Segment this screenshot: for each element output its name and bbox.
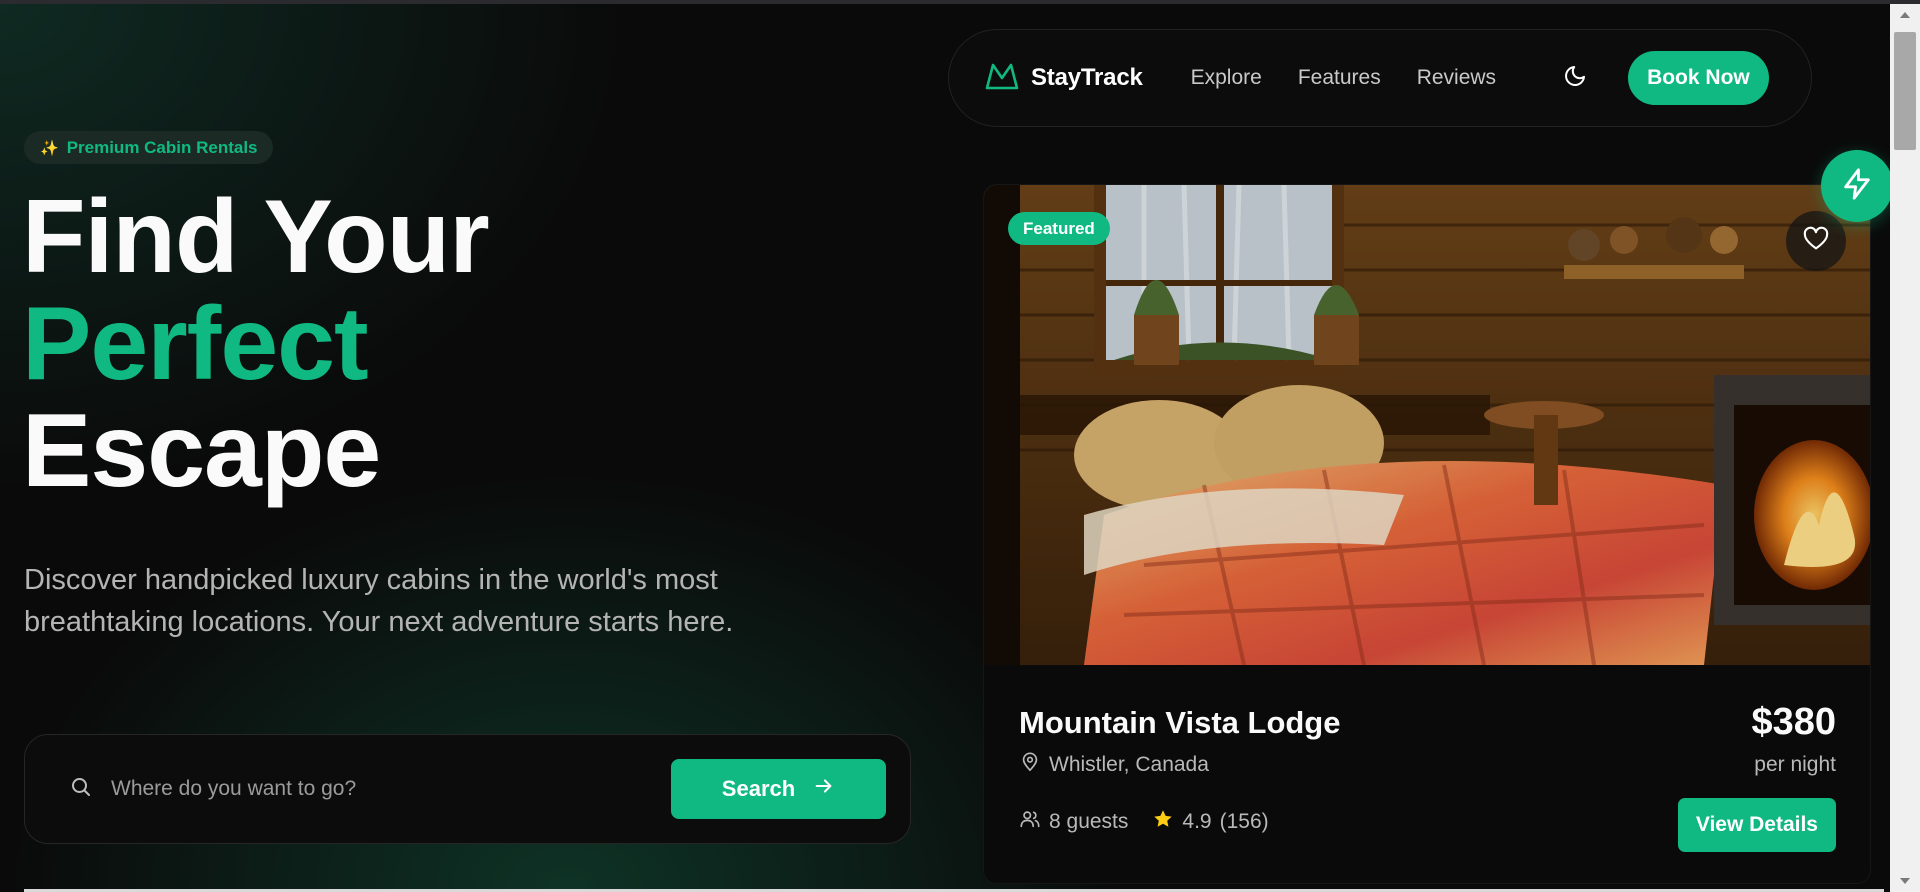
brand-name: StayTrack [1031,64,1143,91]
page-scrollbar[interactable] [1890,4,1920,892]
search-button-label: Search [721,776,796,801]
premium-badge: ✨ Premium Cabin Rentals [24,131,273,164]
nav-link-features[interactable]: Features [1298,66,1381,90]
search-button[interactable]: Search [671,759,886,819]
arrow-right-icon [813,775,835,803]
quick-action-button[interactable] [1821,150,1890,222]
scroll-up-arrow-icon[interactable] [1900,12,1910,18]
nav-link-explore[interactable]: Explore [1191,66,1262,90]
price-unit: per night [1754,753,1836,776]
theme-toggle-button[interactable] [1562,65,1588,91]
cabin-meta: 8 guests 4.9 (156) [1019,808,1269,836]
hero-page: StayTrack Explore Features Reviews Book … [0,4,1890,892]
headline-line-1: Find Your [22,179,490,295]
map-pin-icon [1019,751,1041,779]
featured-cabin-card[interactable]: Featured Mountain Vista Lodge Whistler, … [983,184,1871,884]
nav-link-reviews[interactable]: Reviews [1417,66,1496,90]
cabin-location-text: Whistler, Canada [1049,753,1209,776]
hero-headline: Find Your Perfect Escape [22,179,490,509]
logo[interactable]: StayTrack [985,61,1143,96]
search-icon [69,775,93,804]
headline-line-2: Perfect [22,286,369,402]
nav-links: Explore Features Reviews [1191,66,1496,90]
search-input[interactable] [111,769,671,809]
cabin-photo [984,185,1870,665]
headline-line-3: Escape [22,393,381,509]
search-bar: Search [24,734,911,844]
users-icon [1019,808,1041,836]
premium-badge-label: Premium Cabin Rentals [66,137,258,157]
cabin-price: $380 [1751,701,1836,743]
cabin-title: Mountain Vista Lodge [1019,705,1341,740]
hero-subtitle: Discover handpicked luxury cabins in the… [24,564,734,638]
featured-badge: Featured [1008,212,1110,245]
scroll-down-arrow-icon[interactable] [1900,878,1910,884]
rating-value: 4.9 [1182,810,1212,833]
guests-text: 8 guests [1049,810,1129,833]
cabin-location: Whistler, Canada [1019,751,1209,779]
card-body: Mountain Vista Lodge Whistler, Canada $3… [984,665,1870,883]
favorite-button[interactable] [1786,211,1846,271]
book-now-button[interactable]: Book Now [1628,51,1769,105]
rating-info: 4.9 (156) [1152,808,1269,836]
navbar: StayTrack Explore Features Reviews Book … [948,29,1812,127]
view-details-button[interactable]: View Details [1677,798,1836,852]
moon-icon [1563,64,1587,93]
star-icon [1152,808,1174,836]
sparkles-icon: ✨ [40,139,59,157]
heart-icon [1802,225,1830,258]
review-count: (156) [1219,810,1269,833]
scrollbar-thumb[interactable] [1894,32,1916,150]
mountain-logo-icon [985,61,1019,96]
lightning-bolt-icon [1840,167,1874,206]
guests-info: 8 guests [1019,808,1128,836]
